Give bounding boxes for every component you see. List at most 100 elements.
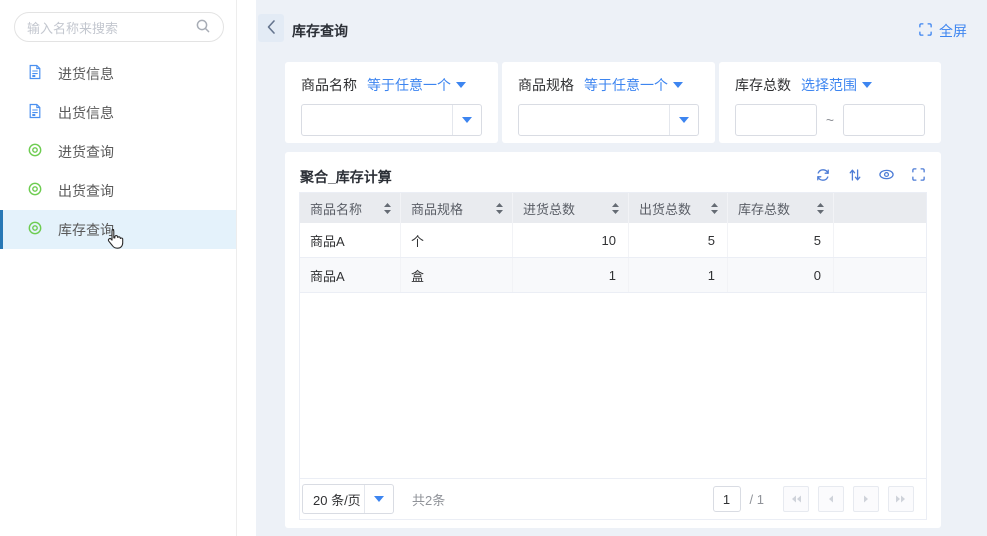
chevron-left-icon — [266, 19, 276, 38]
column-label: 商品规格 — [411, 199, 463, 218]
page-size-value: 20 条/页 — [303, 485, 364, 513]
select-arrow-button[interactable] — [669, 105, 698, 135]
chevron-right-icon — [860, 493, 872, 505]
ring-icon — [27, 220, 43, 239]
sidebar-item-inventory-query[interactable]: 库存查询 — [0, 210, 236, 249]
fullscreen-button[interactable]: 全屏 — [918, 21, 967, 41]
page-title: 库存查询 — [292, 21, 348, 41]
table-fullscreen-icon[interactable] — [910, 166, 927, 183]
total-count: 共2条 — [412, 490, 445, 509]
filter-stock-total: 库存总数 选择范围 ~ — [719, 62, 941, 143]
filter-condition-label: 等于任意一个 — [367, 75, 451, 95]
chevron-down-icon — [862, 82, 872, 88]
filter-condition-dropdown[interactable]: 等于任意一个 — [367, 75, 466, 95]
column-header[interactable]: 商品规格 — [401, 193, 513, 223]
cell-purchase-total: 10 — [513, 223, 629, 257]
column-header[interactable]: 库存总数 — [728, 193, 834, 223]
sidebar-item-shipment-info[interactable]: 出货信息 — [0, 93, 236, 132]
select-arrow-button[interactable] — [452, 105, 481, 135]
sort-caret-icon[interactable] — [611, 202, 620, 215]
chevron-left-icon — [825, 493, 837, 505]
product-spec-select[interactable] — [518, 104, 699, 136]
cell-product-name: 商品A — [300, 223, 401, 257]
sidebar-item-label: 出货信息 — [58, 103, 114, 123]
ring-icon — [27, 142, 43, 161]
search-icon[interactable] — [195, 18, 211, 37]
column-label: 出货总数 — [639, 199, 691, 218]
cell-stock-total: 5 — [728, 223, 834, 257]
first-page-button[interactable] — [783, 486, 809, 512]
filter-label: 库存总数 — [735, 75, 791, 95]
column-header-empty — [834, 193, 926, 223]
filter-bar: 商品名称 等于任意一个 商品规格 等于任意 — [285, 62, 941, 143]
next-page-button[interactable] — [853, 486, 879, 512]
cell-product-spec: 个 — [401, 223, 513, 257]
chevron-down-icon — [462, 117, 472, 123]
sort-caret-icon[interactable] — [816, 202, 825, 215]
fullscreen-label: 全屏 — [939, 21, 967, 41]
filter-condition-dropdown[interactable]: 等于任意一个 — [584, 75, 683, 95]
filter-condition-label: 选择范围 — [801, 75, 857, 95]
filter-product-spec: 商品规格 等于任意一个 — [502, 62, 715, 143]
chevron-down-icon — [679, 117, 689, 123]
cell-empty — [834, 258, 926, 292]
last-page-button[interactable] — [888, 486, 914, 512]
sidebar-item-label: 进货信息 — [58, 64, 114, 84]
pagination-controls: 1 / 1 — [713, 486, 914, 512]
filter-label: 商品名称 — [301, 75, 357, 95]
cell-shipment-total: 5 — [629, 223, 728, 257]
sidebar-item-label: 库存查询 — [58, 220, 114, 240]
chevron-down-icon — [456, 82, 466, 88]
cell-shipment-total: 1 — [629, 258, 728, 292]
column-header[interactable]: 进货总数 — [513, 193, 629, 223]
back-button[interactable] — [258, 14, 284, 42]
table-header-row: 商品名称 商品规格 进货总数 出货总数 — [300, 193, 926, 223]
sort-caret-icon[interactable] — [495, 202, 504, 215]
sidebar-item-shipment-query[interactable]: 出货查询 — [0, 171, 236, 210]
sort-arrows-icon[interactable] — [846, 166, 863, 183]
fullscreen-icon — [918, 22, 933, 40]
select-value — [302, 105, 452, 135]
ring-icon — [27, 181, 43, 200]
column-header[interactable]: 出货总数 — [629, 193, 728, 223]
sidebar-item-label: 进货查询 — [58, 142, 114, 162]
cell-product-spec: 盒 — [401, 258, 513, 292]
document-icon — [27, 64, 43, 83]
sort-caret-icon[interactable] — [710, 202, 719, 215]
stock-min-input[interactable] — [735, 104, 817, 136]
cell-product-name: 商品A — [300, 258, 401, 292]
sidebar-nav: 进货信息 出货信息 进货查询 出货查询 库存查询 — [0, 54, 236, 249]
sort-caret-icon[interactable] — [383, 202, 392, 215]
page-size-select[interactable]: 20 条/页 — [302, 484, 394, 514]
panel-toolbar — [814, 166, 927, 183]
table-row[interactable]: 商品A 个 10 5 5 — [300, 223, 926, 258]
main-area: 库存查询 全屏 商品名称 等于任意一个 — [238, 0, 987, 536]
sidebar-item-purchase-info[interactable]: 进货信息 — [0, 54, 236, 93]
sidebar-search-input[interactable]: 输入名称来搜索 — [14, 12, 224, 42]
prev-page-button[interactable] — [818, 486, 844, 512]
column-label: 库存总数 — [738, 199, 790, 218]
column-header[interactable]: 商品名称 — [300, 193, 401, 223]
data-table: 商品名称 商品规格 进货总数 出货总数 — [299, 192, 927, 520]
column-label: 进货总数 — [523, 199, 575, 218]
page-number-input[interactable]: 1 — [713, 486, 741, 512]
refresh-icon[interactable] — [814, 166, 831, 183]
column-label: 商品名称 — [310, 199, 362, 218]
result-panel: 聚合_库存计算 商品名称 — [285, 152, 941, 528]
product-name-select[interactable] — [301, 104, 482, 136]
chevron-down-icon — [374, 496, 384, 502]
range-separator: ~ — [817, 112, 843, 128]
filter-product-name: 商品名称 等于任意一个 — [285, 62, 498, 143]
eye-icon[interactable] — [878, 166, 895, 183]
sidebar-item-label: 出货查询 — [58, 181, 114, 201]
stock-max-input[interactable] — [843, 104, 925, 136]
cell-empty — [834, 223, 926, 257]
sidebar-item-purchase-query[interactable]: 进货查询 — [0, 132, 236, 171]
chevron-down-icon — [673, 82, 683, 88]
page-total-label: / 1 — [750, 492, 764, 507]
table-row[interactable]: 商品A 盒 1 1 0 — [300, 258, 926, 293]
select-arrow-button[interactable] — [364, 485, 393, 513]
filter-label: 商品规格 — [518, 75, 574, 95]
filter-condition-dropdown[interactable]: 选择范围 — [801, 75, 872, 95]
page-header: 库存查询 全屏 — [256, 0, 987, 56]
